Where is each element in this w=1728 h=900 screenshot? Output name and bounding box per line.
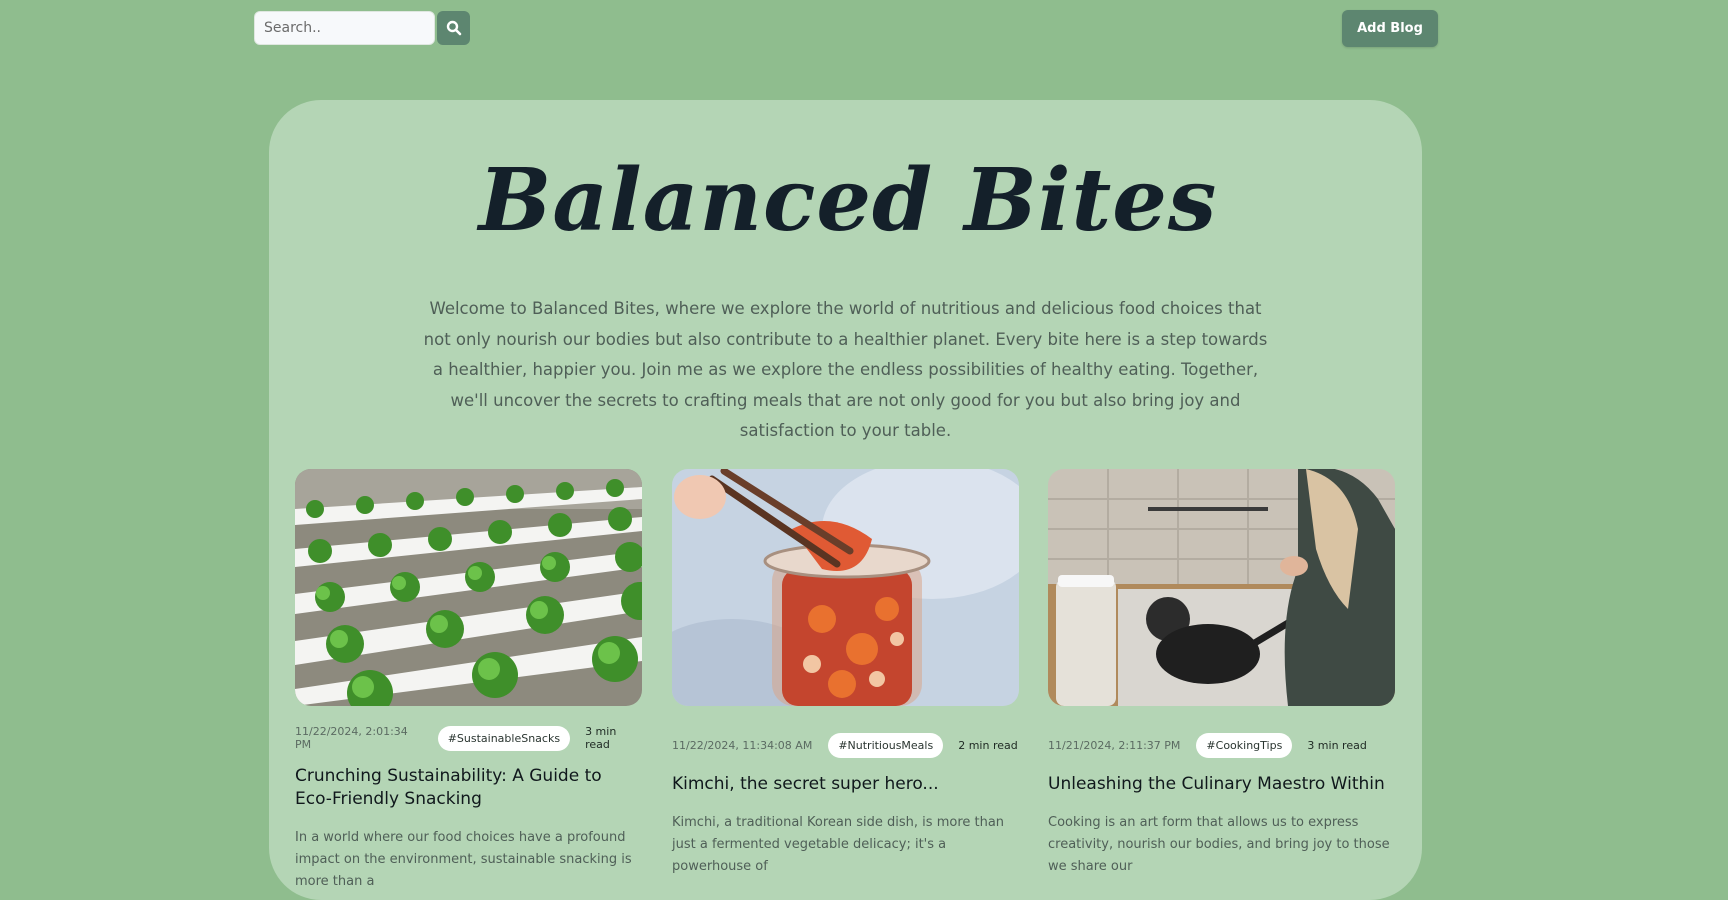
post-tag[interactable]: #NutritiousMeals [828,732,944,758]
read-time: 3 min read [1307,738,1367,752]
post-date: 11/21/2024, 2:11:37 PM [1048,738,1181,752]
post-tag[interactable]: #CookingTips [1196,732,1293,758]
post-date: 11/22/2024, 11:34:08 AM [672,738,813,752]
search-input[interactable] [254,11,435,45]
add-blog-button[interactable]: Add Blog [1342,10,1438,47]
read-time: 3 min read [585,725,617,751]
post-card[interactable]: 11/21/2024, 2:11:37 PM #CookingTips 3 mi… [1048,469,1395,878]
site-title: Balanced Bites [478,150,1218,251]
read-time: 2 min read [958,738,1018,752]
post-date: 11/22/2024, 2:01:34 PM [295,725,408,751]
post-card[interactable]: 11/22/2024, 2:01:34 PM #SustainableSnack… [295,469,642,893]
post-excerpt: Cooking is an art form that allows us to… [1048,815,1390,874]
post-image-lettuce[interactable] [295,469,642,706]
top-bar: Add Blog [0,0,1728,60]
search-icon [446,20,461,36]
search-button[interactable] [437,11,470,45]
post-meta: 11/21/2024, 2:11:37 PM #CookingTips 3 mi… [1048,731,1395,759]
post-title[interactable]: Crunching Sustainability: A Guide to Eco… [295,765,642,811]
post-meta: 11/22/2024, 11:34:08 AM #NutritiousMeals… [672,731,1019,759]
post-meta: 11/22/2024, 2:01:34 PM #SustainableSnack… [295,724,642,752]
post-image-kimchi[interactable] [672,469,1019,706]
intro-text: Welcome to Balanced Bites, where we expl… [423,299,1268,440]
post-card[interactable]: 11/22/2024, 11:34:08 AM #NutritiousMeals… [672,469,1019,878]
post-excerpt: Kimchi, a traditional Korean side dish, … [672,815,1005,874]
post-title[interactable]: Unleashing the Culinary Maestro Within [1048,773,1395,796]
post-tag[interactable]: #SustainableSnacks [437,725,571,751]
post-excerpt: In a world where our food choices have a… [295,830,632,889]
post-title[interactable]: Kimchi, the secret super hero... [672,773,1019,796]
post-image-kitchen[interactable] [1048,469,1395,706]
search-bar [254,11,470,45]
